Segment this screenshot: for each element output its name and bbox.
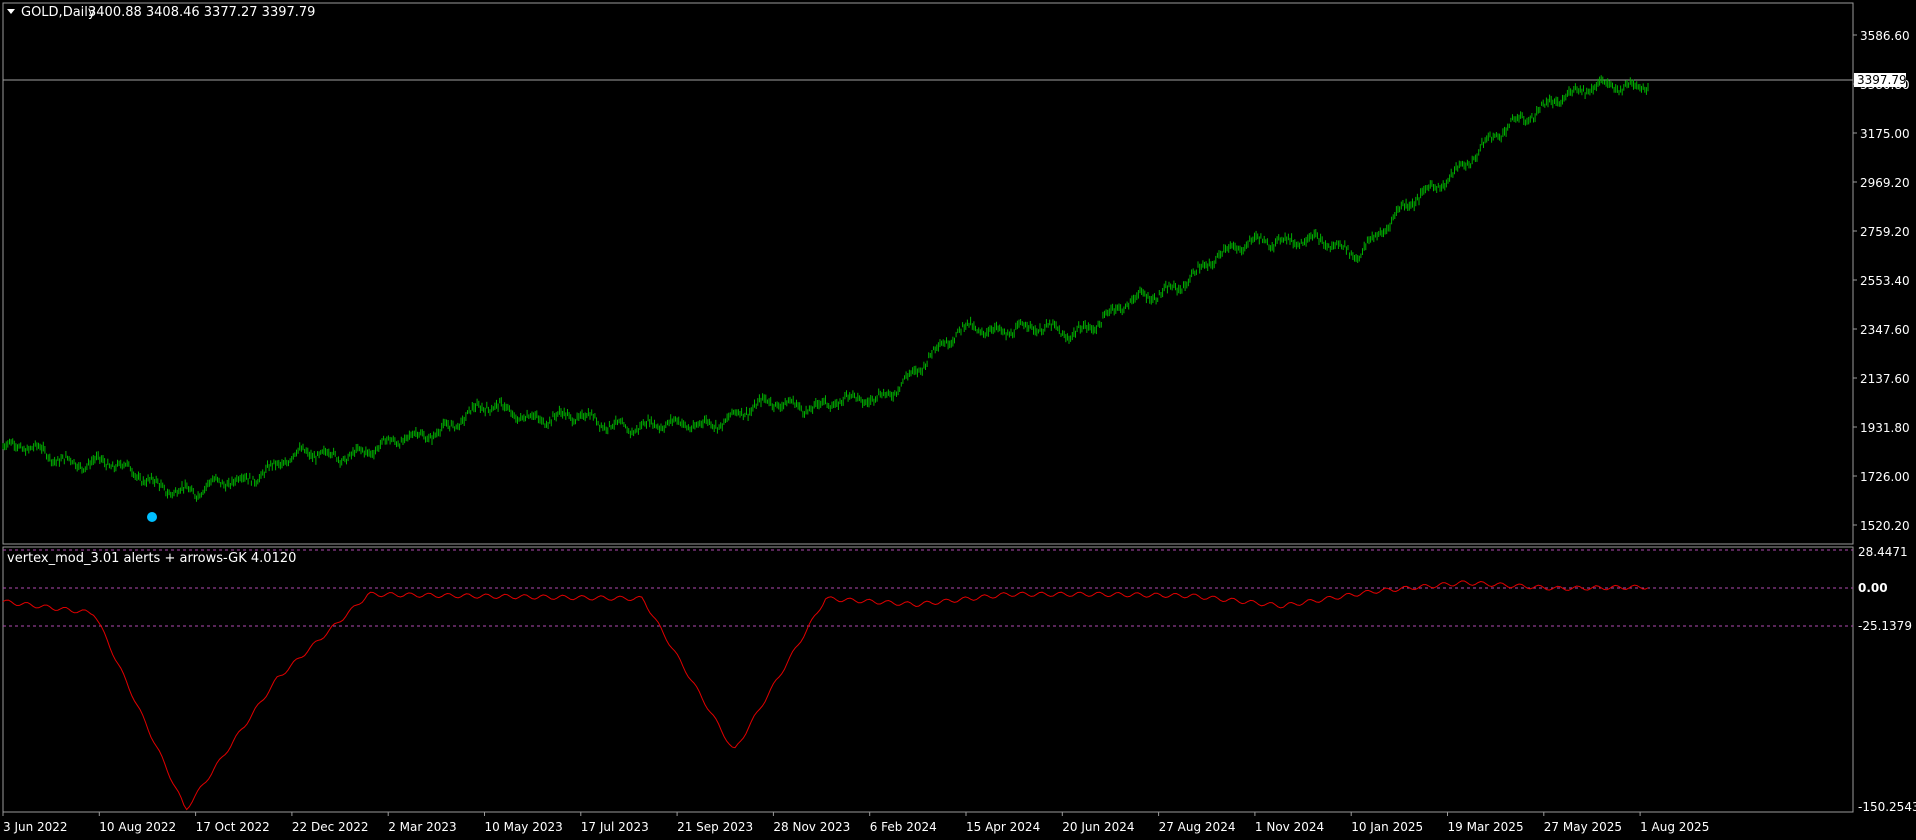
time-tick-label: 21 Sep 2023 xyxy=(677,820,753,834)
time-axis: 3 Jun 2022 10 Aug 2022 17 Oct 2022 22 Dec 2… xyxy=(2,812,1709,834)
time-tick-label: 3 Jun 2022 xyxy=(3,820,68,834)
price-tick-label: 1520.20 xyxy=(1860,519,1910,533)
ohlc-readout: 3400.88 3408.46 3377.27 3397.79 xyxy=(88,5,315,20)
time-tick-label: 10 Jan 2025 xyxy=(1351,820,1423,834)
time-tick-label: 27 Aug 2024 xyxy=(1159,820,1236,834)
price-tick-label: 1931.80 xyxy=(1860,421,1910,435)
level-label-zero: 0.00 xyxy=(1858,581,1888,595)
price-tick-label: 2553.40 xyxy=(1860,274,1910,288)
price-tick-label: 1726.00 xyxy=(1860,470,1910,484)
time-tick-label: 19 Mar 2025 xyxy=(1448,820,1524,834)
time-tick-label: 20 Jun 2024 xyxy=(1062,820,1134,834)
current-price-label: 3397.79 xyxy=(1857,73,1907,87)
price-axis: 3586.603380.803175.002969.202759.202553.… xyxy=(1853,29,1910,533)
indicator-name: vertex_mod_3.01 alerts + arrows-GK 4.012… xyxy=(7,551,296,566)
signal-dot[interactable] xyxy=(147,512,157,522)
chart-canvas[interactable]: GOLD,Daily 3400.88 3408.46 3377.27 3397.… xyxy=(0,0,1916,840)
price-tick-label: 2969.20 xyxy=(1860,176,1910,190)
time-tick-label: 10 Aug 2022 xyxy=(99,820,176,834)
time-tick-label: 22 Dec 2022 xyxy=(292,820,369,834)
time-tick-label: 1 Aug 2025 xyxy=(1640,820,1709,834)
price-tick-label: 3586.60 xyxy=(1860,29,1910,43)
triangle-down-icon[interactable] xyxy=(7,9,15,14)
indicator-line xyxy=(2,580,1649,811)
time-tick-label: 17 Jul 2023 xyxy=(581,820,649,834)
price-tick-label: 2347.60 xyxy=(1860,323,1910,337)
current-price-tag: 3397.79 xyxy=(1854,73,1907,87)
symbol-label: GOLD,Daily xyxy=(21,5,96,20)
price-tick-label: 2759.20 xyxy=(1860,225,1910,239)
level-label-lower: -25.1379 xyxy=(1858,619,1912,633)
time-tick-label: 28 Nov 2023 xyxy=(773,820,850,834)
time-tick-label: 2 Mar 2023 xyxy=(388,820,456,834)
indicator-top-label: 28.4471 xyxy=(1858,545,1908,559)
price-tick-label: 2137.60 xyxy=(1860,372,1910,386)
time-tick-label: 27 May 2025 xyxy=(1544,820,1622,834)
time-tick-label: 1 Nov 2024 xyxy=(1255,820,1324,834)
time-tick-label: 6 Feb 2024 xyxy=(870,820,937,834)
price-series xyxy=(2,75,1649,502)
time-tick-label: 17 Oct 2022 xyxy=(196,820,270,834)
time-tick-label: 15 Apr 2024 xyxy=(966,820,1040,834)
level-label-min: -150.2543 xyxy=(1858,800,1916,814)
time-tick-label: 10 May 2023 xyxy=(485,820,563,834)
price-tick-label: 3175.00 xyxy=(1860,127,1910,141)
